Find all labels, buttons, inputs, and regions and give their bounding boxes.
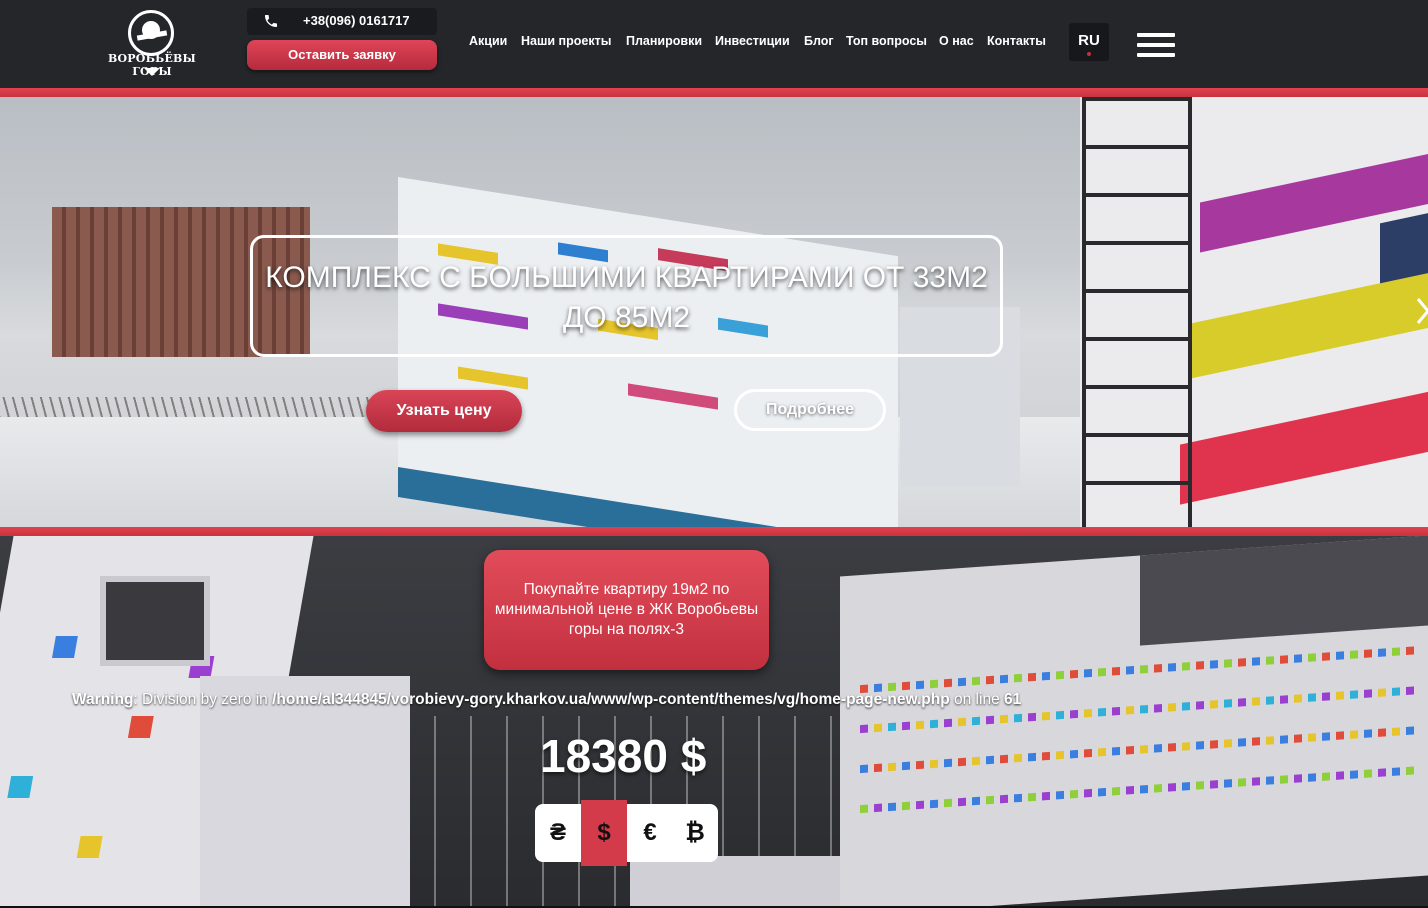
warning-line-text: on line	[949, 691, 1004, 708]
phone-link[interactable]: +38(096) 0161717	[247, 8, 437, 35]
background-tower-bottom	[630, 856, 840, 908]
phone-number: +38(096) 0161717	[303, 13, 410, 28]
more-details-button[interactable]: Подробнее	[734, 389, 886, 431]
nav-item-layouts[interactable]: Планировки	[626, 34, 702, 48]
warning-label: Warning	[72, 691, 134, 708]
logo-key-icon	[128, 10, 174, 56]
nav-item-promotions[interactable]: Акции	[469, 34, 507, 48]
background-tower-right	[840, 536, 1428, 908]
hero-title: КОМПЛЕКС С БОЛЬШИМИ КВАРТИРАМИ ОТ 33М2 Д…	[250, 235, 1003, 357]
phone-icon	[265, 15, 277, 27]
currency-eur-button[interactable]: €	[627, 804, 673, 862]
hamburger-menu-icon[interactable]	[1137, 33, 1175, 57]
nav-item-contacts[interactable]: Контакты	[987, 34, 1046, 48]
site-header: ВОРОБЬЁВЫ ГОРЫ +38(096) 0161717 Оставить…	[0, 0, 1428, 88]
language-label: RU	[1078, 32, 1100, 49]
currency-uah-button[interactable]: ₴	[535, 804, 581, 862]
background-courtyard	[100, 576, 210, 666]
logo[interactable]: ВОРОБЬЁВЫ ГОРЫ	[96, 8, 208, 78]
chevron-right-icon[interactable]	[1416, 297, 1428, 325]
background-tower-left2	[200, 676, 410, 908]
currency-switcher: ₴ $ € ₿	[535, 800, 718, 866]
promo-banner[interactable]: Покупайте квартиру 19м2 по минимальной ц…	[484, 550, 769, 670]
warning-message: : Division by zero in	[133, 691, 273, 708]
promo-section: Покупайте квартиру 19м2 по минимальной ц…	[0, 536, 1428, 908]
nav-item-projects[interactable]: Наши проекты	[521, 34, 611, 48]
hero-slider: КОМПЛЕКС С БОЛЬШИМИ КВАРТИРАМИ ОТ 33М2 Д…	[0, 97, 1428, 527]
nav-item-faq[interactable]: Топ вопросы	[846, 34, 927, 48]
currency-usd-button[interactable]: $	[581, 800, 627, 866]
warning-path: /home/al344845/vorobievy-gory.kharkov.ua…	[272, 691, 950, 708]
header-divider	[0, 88, 1428, 97]
language-switcher[interactable]: RU	[1069, 23, 1109, 61]
currency-btc-button[interactable]: ₿	[672, 804, 718, 862]
section-divider	[0, 527, 1428, 536]
get-price-button[interactable]: Узнать цену	[366, 390, 522, 432]
php-warning: Warning: Division by zero in /home/al344…	[72, 691, 1021, 709]
nav-item-investments[interactable]: Инвестиции	[715, 34, 790, 48]
chevron-down-icon	[1087, 52, 1091, 56]
nav-item-blog[interactable]: Блог	[804, 34, 834, 48]
price-value: 18380 $	[540, 730, 707, 782]
logo-arrow-icon	[144, 68, 160, 76]
leave-request-button[interactable]: Оставить заявку	[247, 40, 437, 70]
nav-item-about[interactable]: О нас	[939, 34, 974, 48]
background-stairs	[1082, 97, 1192, 527]
warning-line: 61	[1004, 691, 1022, 708]
